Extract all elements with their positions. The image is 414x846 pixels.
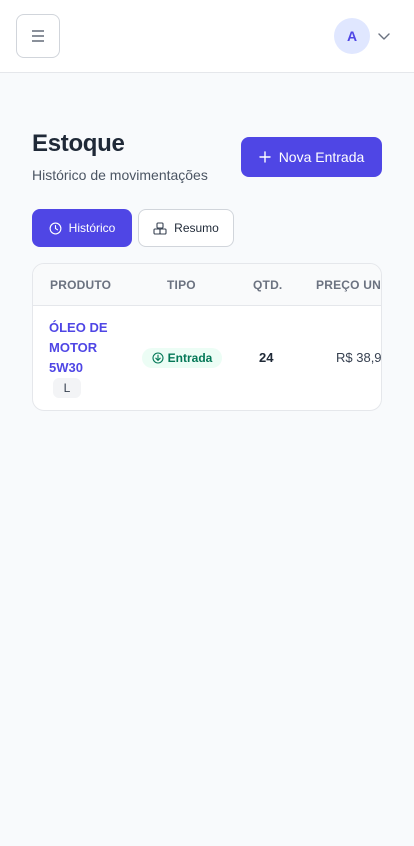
boxes-icon [153, 221, 167, 235]
page-title: Estoque [32, 130, 125, 157]
quantity-cell: 24 [259, 350, 274, 365]
unit-badge: L [53, 378, 81, 398]
plus-icon [258, 151, 271, 163]
avatar[interactable]: A [334, 18, 370, 54]
tab-resumo-label: Resumo [174, 221, 219, 235]
arrow-down-circle-icon [152, 352, 164, 364]
table-header: PRODUTO TIPO QTD. PREÇO UNI [33, 264, 382, 306]
status-badge: Entrada [142, 348, 222, 368]
type-label: Entrada [167, 351, 213, 365]
column-header-tipo: TIPO [167, 278, 196, 292]
page-subtitle: Histórico de movimentações [32, 167, 208, 183]
product-name-link[interactable]: ÓLEO DE MOTOR 5W30 [49, 318, 129, 378]
menu-button[interactable] [16, 14, 60, 58]
tab-historico-label: Histórico [68, 221, 116, 235]
new-entry-label: Nova Entrada [278, 149, 365, 165]
new-entry-button[interactable]: Nova Entrada [241, 137, 382, 177]
column-header-qtd: QTD. [253, 278, 283, 292]
column-header-preco: PREÇO UNI [316, 278, 382, 292]
tab-resumo[interactable]: Resumo [138, 209, 234, 247]
top-bar: A [0, 0, 414, 73]
clock-icon [49, 222, 62, 234]
movements-table: PRODUTO TIPO QTD. PREÇO UNI ÓLEO DE MOTO… [32, 263, 382, 411]
chevron-down-icon[interactable] [376, 28, 392, 44]
column-header-produto: PRODUTO [50, 278, 112, 292]
unit-price-cell: R$ 38,9 [336, 350, 382, 365]
tab-historico[interactable]: Histórico [32, 209, 132, 247]
hamburger-icon [32, 30, 44, 42]
